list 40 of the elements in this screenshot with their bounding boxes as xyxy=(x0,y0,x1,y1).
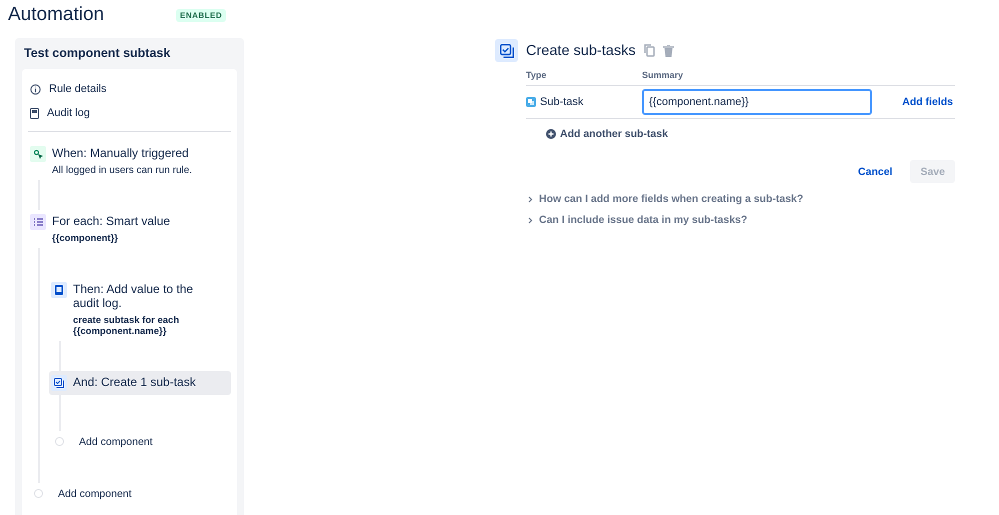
chevron-icon xyxy=(528,196,533,202)
column-header: Type xyxy=(526,70,548,80)
trash-icon[interactable] xyxy=(662,44,674,56)
add-subtask-button[interactable]: Add another sub-task xyxy=(546,128,668,140)
subtask-icon xyxy=(495,39,518,62)
empty-node-icon xyxy=(34,489,43,498)
rule-name: Test component subtask xyxy=(24,46,172,60)
faq-toggle[interactable]: Can I include issue data in my sub-tasks? xyxy=(528,214,955,226)
issue-type-cell: Sub-task xyxy=(526,96,642,108)
rule-nav-link[interactable]: Audit log xyxy=(28,101,231,125)
add-fields-link[interactable]: Add fields xyxy=(900,96,955,108)
component-detail: All logged in users can run rule. xyxy=(52,165,192,176)
document-icon xyxy=(30,108,39,118)
component-detail: {{component}} xyxy=(52,233,119,244)
page-title: Automation xyxy=(8,4,106,26)
cursor-icon xyxy=(32,148,44,160)
document-icon xyxy=(55,285,63,295)
subtask-icon xyxy=(54,378,64,388)
component-title: And: Create 1 sub-task xyxy=(73,375,196,389)
component-detail: create subtask for each {{component.name}} xyxy=(73,315,180,337)
empty-node-icon xyxy=(55,437,64,446)
chevron-icon xyxy=(528,216,533,224)
cancel-button[interactable]: Cancel xyxy=(848,160,902,183)
add-component-label: Add component xyxy=(58,487,132,501)
copy-icon[interactable] xyxy=(644,44,655,57)
rule-component-item[interactable]: And: Create 1 sub-task xyxy=(49,371,231,395)
add-component-label: Add component xyxy=(79,435,153,449)
list-icon xyxy=(34,218,42,226)
rule-nav-link[interactable]: Rule details xyxy=(28,77,231,101)
faq-toggle[interactable]: How can I add more fields when creating a sub-task? xyxy=(528,193,955,205)
component-title: For each: Smart value xyxy=(52,214,170,228)
component-title: When: Manually triggered xyxy=(52,146,190,160)
plus-circle-icon xyxy=(546,129,556,139)
info-icon xyxy=(30,84,41,94)
component-title: Then: Add value to the audit log. xyxy=(73,282,194,310)
column-header: Summary xyxy=(642,70,684,80)
summary-input[interactable]: {{component.name}} xyxy=(642,89,872,115)
status-lozenge: ENABLED xyxy=(176,8,226,22)
editor-title: Create sub-tasks xyxy=(526,42,636,58)
subtask-type-icon xyxy=(526,97,536,107)
